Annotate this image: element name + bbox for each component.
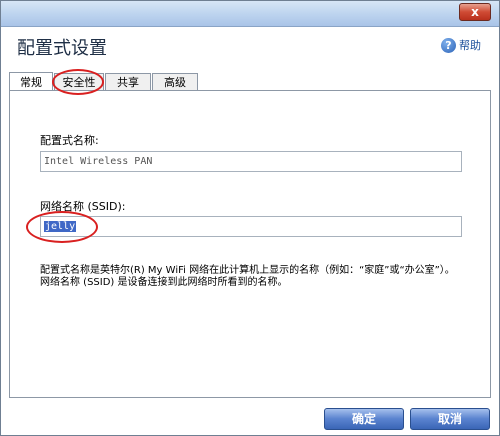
tab-general[interactable]: 常规 [9,72,53,92]
description-text: 配置式名称是英特尔(R) My WiFi 网络在此计算机上显示的名称（例如：“家… [40,265,455,288]
help-label: 帮助 [459,39,481,52]
title-bar: x [1,1,499,27]
tab-advanced[interactable]: 高级 [152,73,198,91]
security-tab-highlight-circle [52,69,104,95]
cancel-button[interactable]: 取消 [410,408,490,430]
dialog-title: 配置式设置 [17,38,107,59]
profile-name-label: 配置式名称: [40,134,99,147]
profile-settings-dialog: x 配置式设置 ? 帮助 常规 安全性 共享 高级 配置式名称: Intel W… [0,0,500,436]
help-link[interactable]: ? 帮助 [441,37,481,53]
help-icon: ? [441,37,456,53]
ssid-highlight-circle [26,211,98,243]
close-icon: x [471,5,479,19]
dialog-footer: 确定 取消 [1,399,499,435]
ssid-field[interactable]: jelly [40,216,462,237]
tab-sharing[interactable]: 共享 [105,73,151,91]
close-button[interactable]: x [459,3,491,21]
dialog-header: 配置式设置 ? 帮助 [1,27,499,73]
ok-button[interactable]: 确定 [324,408,404,430]
profile-name-field[interactable]: Intel Wireless PAN [40,151,462,172]
profile-name-value: Intel Wireless PAN [44,156,153,167]
